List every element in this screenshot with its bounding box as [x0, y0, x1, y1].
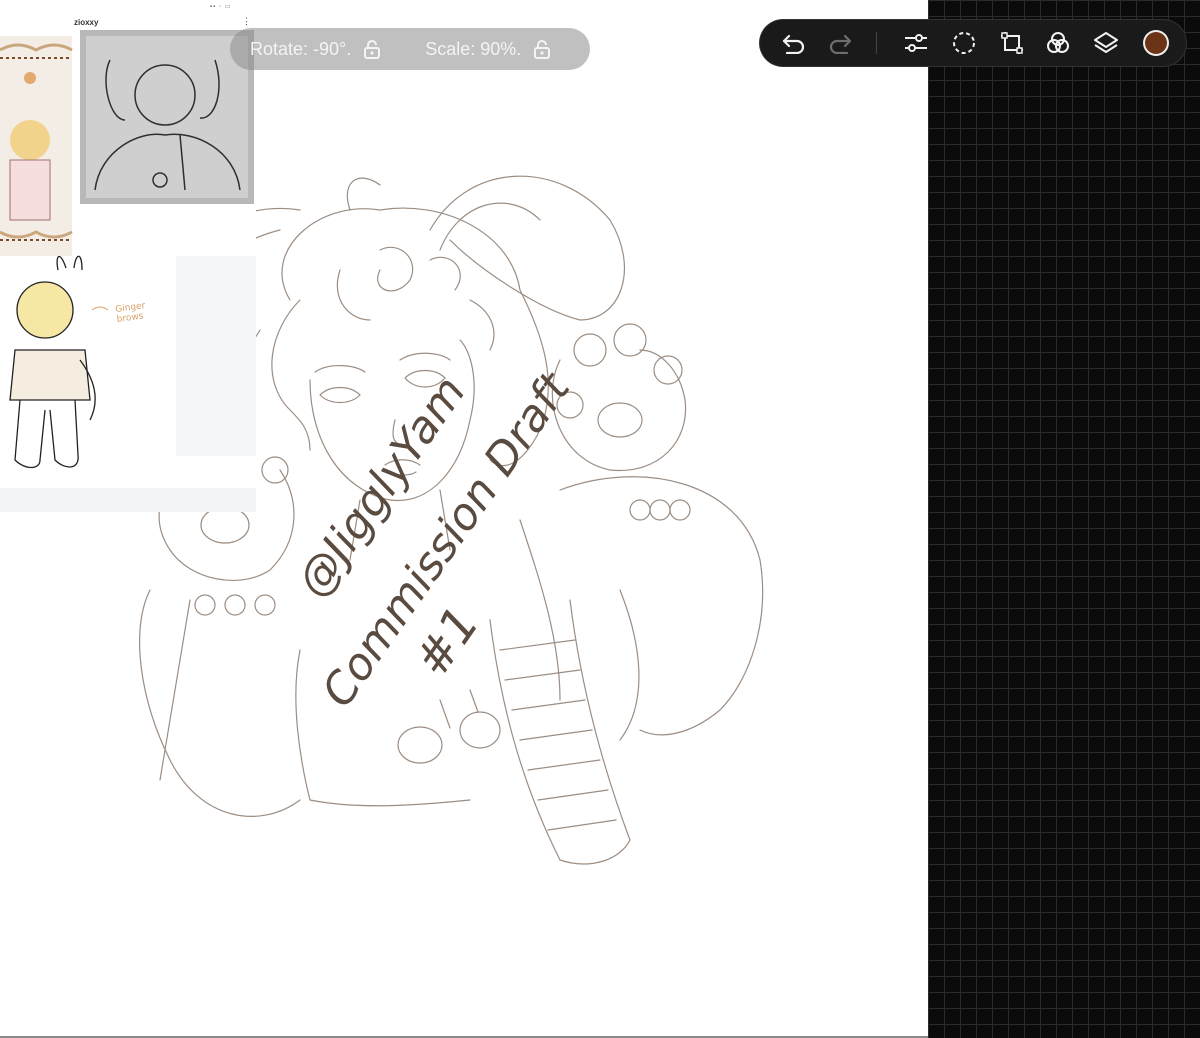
undo-icon — [782, 34, 805, 54]
blend-icon — [1047, 32, 1069, 53]
rotate-lock-icon[interactable] — [361, 38, 383, 60]
current-color-swatch — [1145, 32, 1167, 54]
rotate-label: Rotate: -90°. — [250, 38, 352, 59]
adjustments-button[interactable] — [900, 20, 932, 66]
rotate-readout: Rotate: -90°. — [250, 38, 383, 60]
toolbar-divider — [876, 32, 877, 54]
redo-button[interactable] — [824, 20, 856, 66]
transform-icon — [1001, 32, 1023, 54]
transform-info-pill: Rotate: -90°. Scale: 90%. — [230, 28, 590, 70]
watermark: @JigglyYam Commission Draft #1 — [287, 363, 581, 717]
scale-label: Scale: 90%. — [425, 38, 522, 59]
layers-icon — [1094, 32, 1118, 53]
layers-button[interactable] — [1090, 20, 1122, 66]
blend-button[interactable] — [1042, 20, 1074, 66]
transform-button[interactable] — [996, 20, 1028, 66]
adjustments-icon — [905, 34, 927, 52]
selection-icon — [953, 32, 975, 54]
scale-lock-icon[interactable] — [531, 38, 553, 60]
scale-readout: Scale: 90%. — [425, 38, 553, 60]
redo-icon — [829, 34, 852, 54]
selection-button[interactable] — [948, 20, 980, 66]
workspace-grid-background — [928, 0, 1200, 1038]
drawing-canvas[interactable]: ▪▪ ◦ ▭ zioxxy ⋮ Ginger brows @JigglyYam … — [0, 0, 928, 1038]
top-toolbar — [760, 20, 1186, 66]
color-picker-button[interactable] — [1140, 20, 1172, 66]
undo-button[interactable] — [778, 20, 810, 66]
